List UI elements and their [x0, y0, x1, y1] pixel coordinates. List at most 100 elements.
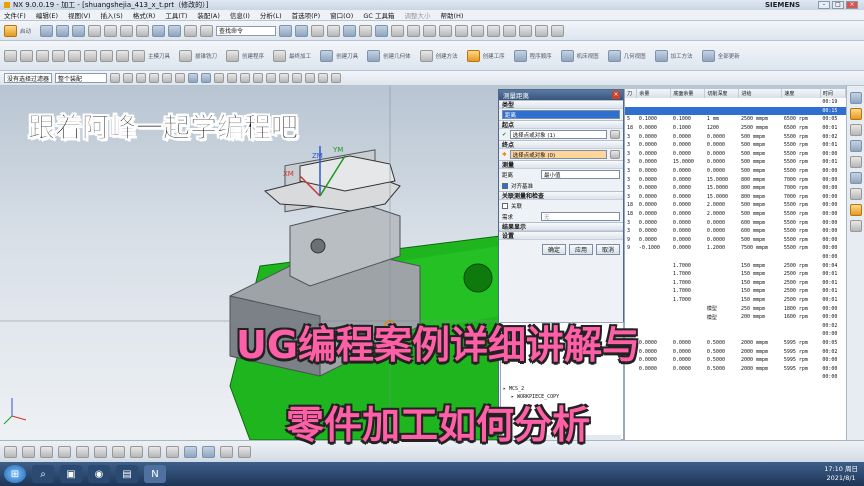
table-row[interactable]: 3 0.0000 0.0000 15.0000 800 mmpm 7000 rpm 00:0… — [625, 184, 846, 193]
mfg-icon-2[interactable] — [20, 49, 33, 62]
mfg-icon-4[interactable] — [52, 49, 65, 62]
redo-icon[interactable] — [168, 24, 182, 37]
final-machining-icon[interactable] — [273, 49, 287, 62]
menu-resize[interactable]: 调整大小 — [404, 10, 430, 20]
grid-icon[interactable] — [311, 24, 325, 37]
table-row[interactable]: 1.7000 150 mmpm 2500 rpm 00:01 — [625, 270, 846, 279]
palette-icon[interactable] — [849, 220, 862, 232]
table-row[interactable]: 9 -0.1000 0.0000 1.2000 7500 mmpm 5500 rpm 00:… — [625, 244, 846, 253]
bottom-icon-9[interactable] — [148, 445, 161, 458]
operation-navigator-icon[interactable] — [849, 108, 862, 120]
bottom-icon-1[interactable] — [4, 445, 17, 458]
measure-section-header[interactable]: 测量 — [499, 160, 623, 169]
snap-icon-13[interactable] — [266, 73, 276, 83]
table-row[interactable]: 18 0.0000 0.1000 1200 2500 mmpm 6500 rpm 00:01 — [625, 124, 846, 133]
mfg-icon-5[interactable] — [68, 49, 81, 62]
table-row[interactable]: 1.7000 150 mmpm 2500 rpm 00:01 — [625, 296, 846, 305]
snap-icon-8[interactable] — [201, 73, 211, 83]
menu-view[interactable]: 视图(V) — [68, 10, 91, 20]
taskbar-app-icon-3[interactable]: ▤ — [116, 465, 138, 483]
end-point-dialog-icon[interactable] — [610, 150, 620, 159]
snap-icon-15[interactable] — [292, 73, 302, 83]
minimize-button[interactable]: - — [818, 1, 830, 9]
menu-info[interactable]: 信息(I) — [230, 10, 250, 20]
reuse-library-icon[interactable] — [849, 140, 862, 152]
bottom-icon-4[interactable] — [58, 445, 71, 458]
table-row[interactable]: 3 0.0000 0.0000 0.0000 600 mmpm 5500 rpm 00:00 — [625, 218, 846, 227]
analysis-icon[interactable] — [343, 24, 357, 37]
misc-icon-10[interactable] — [551, 24, 565, 37]
table-row[interactable]: 00:15 — [625, 106, 846, 116]
align-checkbox[interactable] — [502, 182, 508, 189]
create-geometry-icon[interactable] — [367, 49, 381, 62]
apply-button[interactable]: 应用 — [568, 244, 593, 255]
taskbar-nx-icon[interactable]: N — [144, 465, 166, 483]
type-select[interactable]: 距离 — [502, 110, 620, 119]
menu-window[interactable]: 窗口(O) — [330, 10, 353, 20]
misc-icon-8[interactable] — [519, 24, 533, 37]
info-icon[interactable] — [375, 24, 389, 37]
paste-icon[interactable] — [120, 24, 134, 37]
part-navigator-icon[interactable] — [849, 92, 862, 104]
create-operation-icon[interactable] — [466, 49, 480, 62]
select-icon[interactable] — [184, 24, 198, 37]
command-finder-input[interactable]: 查找命令 — [216, 25, 277, 36]
snap-icon-4[interactable] — [149, 73, 159, 83]
type-section-header[interactable]: 类型 — [499, 100, 623, 109]
table-row[interactable]: 18 0.0000 0.0000 2.0000 500 mmpm 5500 rpm 00:0… — [625, 210, 846, 219]
draft-mill-icon[interactable] — [179, 49, 193, 62]
snap-icon-14[interactable] — [279, 73, 289, 83]
snap-icon-5[interactable] — [162, 73, 172, 83]
table-row[interactable]: 1.7000 150 mmpm 2500 rpm 00:01 — [625, 287, 846, 296]
render-icon[interactable] — [295, 24, 309, 37]
menu-analysis[interactable]: 分析(L) — [260, 10, 282, 20]
misc-icon-6[interactable] — [487, 24, 501, 37]
col-time[interactable]: 时间 — [820, 89, 846, 98]
snap-icon-2[interactable] — [123, 73, 133, 83]
result-section-header[interactable]: 结果显示 — [499, 222, 623, 231]
layer-icon[interactable] — [200, 24, 214, 37]
start-section-header[interactable]: 起点 — [499, 120, 623, 129]
section-icon[interactable] — [327, 24, 341, 37]
new-icon[interactable] — [40, 24, 54, 37]
taskbar-app-icon-2[interactable]: ◉ — [88, 465, 110, 483]
delete-icon[interactable] — [136, 24, 150, 37]
copy-icon[interactable] — [104, 24, 118, 37]
geometry-view-icon[interactable] — [607, 49, 621, 62]
menu-preferences[interactable]: 首选项(P) — [292, 10, 321, 20]
misc-icon-4[interactable] — [455, 24, 469, 37]
roles-icon[interactable] — [849, 204, 862, 216]
search-icon[interactable]: ⌕ — [32, 465, 54, 483]
view-icon[interactable] — [279, 24, 293, 37]
snap-icon-3[interactable] — [136, 73, 146, 83]
settings-section-header[interactable]: 设置 — [499, 231, 623, 240]
menu-tools[interactable]: 工具(T) — [165, 10, 187, 20]
history-icon[interactable] — [849, 156, 862, 168]
bottom-icon-8[interactable] — [130, 445, 143, 458]
table-row[interactable]: 模型 250 mmpm 1800 rpm 00:00 — [625, 304, 846, 313]
mfg-icon-8[interactable] — [116, 49, 129, 62]
assembly-scope-select[interactable]: 整个装配 — [55, 73, 107, 83]
snap-icon-9[interactable] — [214, 73, 224, 83]
snap-icon-11[interactable] — [240, 73, 250, 83]
method-view-icon[interactable] — [654, 49, 668, 62]
misc-icon-1[interactable] — [407, 24, 421, 37]
bottom-icon-2[interactable] — [22, 445, 35, 458]
snap-icon-10[interactable] — [227, 73, 237, 83]
table-row[interactable]: 3 0.0000 0.0000 0.0000 500 mmpm 5500 rpm 00:00 — [625, 150, 846, 159]
web-browser-icon[interactable] — [849, 172, 862, 184]
table-row[interactable]: 5 0.1000 0.1000 1 mm 2500 mmpm 6500 rpm 00:05 — [625, 115, 846, 124]
misc-icon-5[interactable] — [471, 24, 485, 37]
col-stock[interactable]: 余量 — [636, 89, 672, 98]
system-material-icon[interactable] — [849, 188, 862, 200]
create-tool-icon[interactable] — [320, 49, 334, 62]
measure-icon[interactable] — [359, 24, 373, 37]
snap-icon-18[interactable] — [331, 73, 341, 83]
table-row[interactable]: 00:00 — [625, 253, 846, 262]
table-row[interactable]: 3 0.0000 0.0000 0.0000 600 mmpm 5500 rpm 00:00 — [625, 227, 846, 236]
start-menu-icon[interactable]: ⊞ — [4, 465, 26, 483]
close-button[interactable]: × — [846, 1, 858, 9]
program-order-icon[interactable] — [513, 49, 527, 62]
col-tool[interactable]: 刀 — [625, 89, 638, 98]
create-program-icon[interactable] — [226, 49, 240, 62]
